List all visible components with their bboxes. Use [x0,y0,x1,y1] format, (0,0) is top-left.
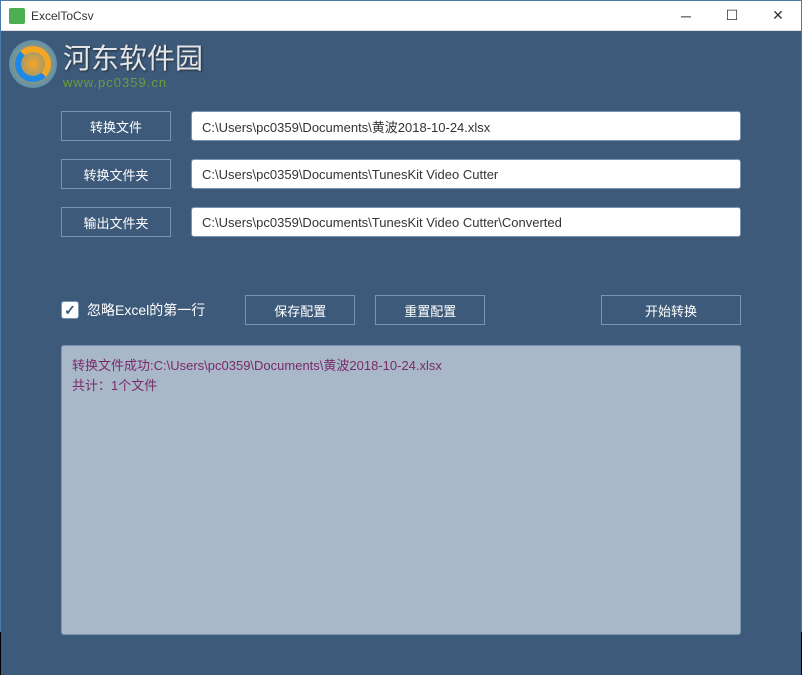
app-icon [9,8,25,24]
form-section: 转换文件 转换文件夹 输出文件夹 [1,31,801,275]
minimize-button[interactable]: ─ [663,1,709,31]
ignore-first-row-label: 忽略Excel的第一行 [87,300,205,320]
output-folder-row: 输出文件夹 [61,207,741,237]
maximize-button[interactable]: ☐ [709,1,755,31]
convert-file-button[interactable]: 转换文件 [61,111,171,141]
convert-file-row: 转换文件 [61,111,741,141]
reset-config-button[interactable]: 重置配置 [375,295,485,325]
start-convert-button[interactable]: 开始转换 [601,295,741,325]
ignore-first-row-checkbox[interactable] [61,301,79,319]
app-window: ExcelToCsv ─ ☐ ✕ 河东软件园 www.pc0359.cn 转换文… [0,0,802,632]
titlebar: ExcelToCsv ─ ☐ ✕ [1,1,801,31]
convert-folder-button[interactable]: 转换文件夹 [61,159,171,189]
log-output[interactable]: 转换文件成功:C:\Users\pc0359\Documents\黄波2018-… [61,345,741,635]
output-folder-input[interactable] [191,207,741,237]
titlebar-title: ExcelToCsv [31,9,663,23]
close-button[interactable]: ✕ [755,1,801,31]
save-config-button[interactable]: 保存配置 [245,295,355,325]
convert-folder-row: 转换文件夹 [61,159,741,189]
output-folder-button[interactable]: 输出文件夹 [61,207,171,237]
actions-row: 忽略Excel的第一行 保存配置 重置配置 开始转换 [1,275,801,345]
window-controls: ─ ☐ ✕ [663,1,801,31]
convert-file-input[interactable] [191,111,741,141]
ignore-first-row-option[interactable]: 忽略Excel的第一行 [61,300,205,320]
content-area: 河东软件园 www.pc0359.cn 转换文件 转换文件夹 输出文件夹 忽略E… [1,31,801,675]
convert-folder-input[interactable] [191,159,741,189]
